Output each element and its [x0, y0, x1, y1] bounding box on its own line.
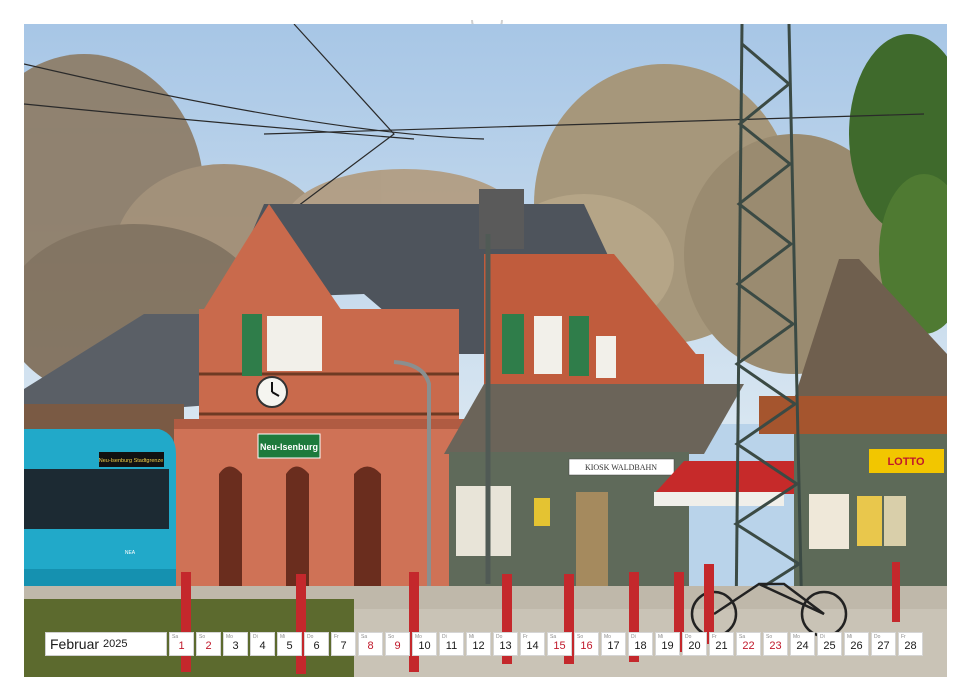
month-year: 2025 [103, 638, 128, 650]
day-number: 28 [904, 640, 917, 652]
calendar-day: Di 11 [439, 632, 464, 656]
day-number: 3 [232, 640, 239, 652]
calendar-day: Fr 28 [898, 632, 923, 656]
tram: Neu-Isenburg Stadtgrenze NEA [24, 429, 176, 586]
calendar-day: Fr 7 [331, 632, 356, 656]
tram-number: NEA [125, 550, 136, 556]
calendar-day: Fr 21 [709, 632, 734, 656]
day-number: 10 [418, 640, 431, 652]
day-number: 24 [796, 640, 809, 652]
calendar-day: Do 20 [682, 632, 707, 656]
day-number: 11 [445, 640, 458, 652]
calendar-day: Sa 8 [358, 632, 383, 656]
day-number: 14 [526, 640, 539, 652]
day-number: 9 [394, 640, 401, 652]
station-sign-text: Neu-Isenburg [260, 442, 318, 452]
calendar-day: Mo 10 [412, 632, 437, 656]
station-photo: Neu-Isenburg Neu-Isenburg Stadtgrenze NE… [24, 24, 947, 677]
day-number: 26 [850, 640, 863, 652]
day-number: 15 [553, 640, 566, 652]
calendar-day: Sa 15 [547, 632, 572, 656]
calendar-day: Do 6 [304, 632, 329, 656]
month-name: Februar [50, 636, 100, 652]
calendar-day: Mi 26 [844, 632, 869, 656]
day-number: 12 [472, 640, 485, 652]
day-number: 2 [205, 640, 212, 652]
day-number: 6 [313, 640, 320, 652]
calendar-day: Sa 22 [736, 632, 761, 656]
day-number: 18 [634, 640, 647, 652]
day-number: 23 [769, 640, 782, 652]
calendar-day: So 23 [763, 632, 788, 656]
calendar-day: Mo 17 [601, 632, 626, 656]
day-number: 27 [877, 640, 890, 652]
day-number: 20 [688, 640, 701, 652]
calendar-day: Do 27 [871, 632, 896, 656]
day-number: 25 [823, 640, 836, 652]
calendar-day: So 16 [574, 632, 599, 656]
calendar-day: Mi 5 [277, 632, 302, 656]
month-label-box: Februar 2025 [45, 632, 167, 656]
calendar-day: Mo 3 [223, 632, 248, 656]
calendar-day: Di 18 [628, 632, 653, 656]
day-number: 17 [607, 640, 620, 652]
day-number: 5 [286, 640, 293, 652]
day-number: 21 [715, 640, 728, 652]
tram-destination: Neu-Isenburg Stadtgrenze [99, 458, 164, 464]
day-number: 7 [340, 640, 347, 652]
day-number: 4 [259, 640, 266, 652]
days-row: Sa 1 So 2 Mo 3 Di 4 Mi 5 Do 6 Fr 7 Sa 8 So 9 Mo 10 Di 11 Mi 12 D… [169, 632, 925, 656]
calendar-day: So 9 [385, 632, 410, 656]
calendar-day: Mi 19 [655, 632, 680, 656]
day-number: 22 [742, 640, 755, 652]
calendar-day: Sa 1 [169, 632, 194, 656]
day-number: 16 [580, 640, 593, 652]
calendar-day: Fr 14 [520, 632, 545, 656]
calendar-day: Mo 24 [790, 632, 815, 656]
day-number: 13 [499, 640, 512, 652]
kiosk-sign-text: KIOSK WALDBAHN [585, 463, 657, 472]
calendar-day: Do 13 [493, 632, 518, 656]
day-number: 19 [661, 640, 674, 652]
day-number: 1 [178, 640, 185, 652]
day-number: 8 [367, 640, 374, 652]
calendar-strip: Februar 2025 Sa 1 So 2 Mo 3 Di 4 Mi 5 Do 6 Fr 7 Sa 8 So 9… [45, 632, 925, 656]
calendar-day: Mi 12 [466, 632, 491, 656]
lotto-sign-text: LOTTO [887, 456, 925, 468]
calendar-day: Di 25 [817, 632, 842, 656]
calendar-day: Di 4 [250, 632, 275, 656]
calendar-day: So 2 [196, 632, 221, 656]
